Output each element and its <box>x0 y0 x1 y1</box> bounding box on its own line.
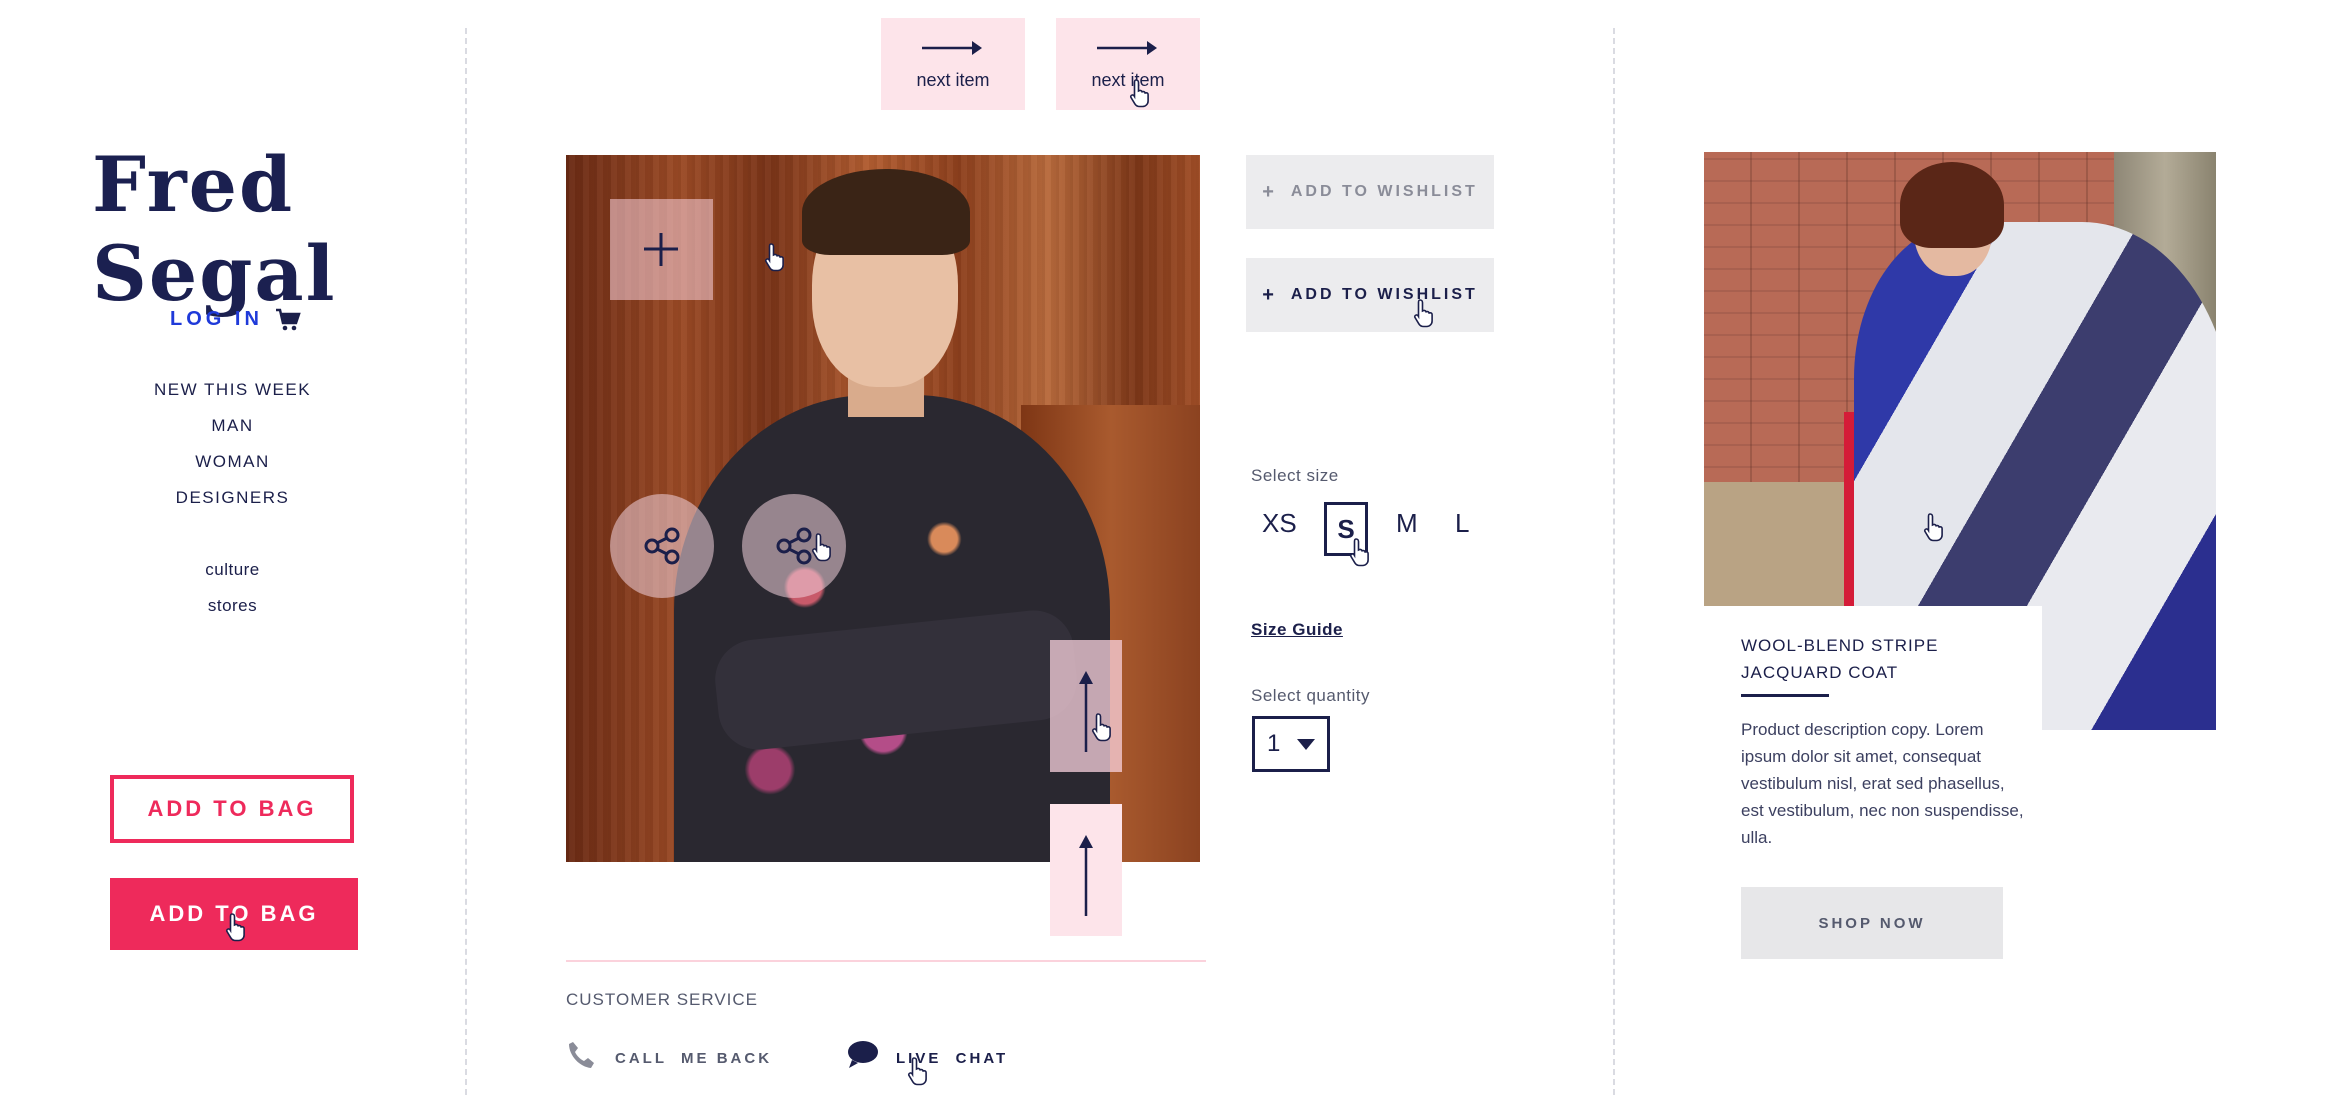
cart-icon[interactable] <box>275 307 301 333</box>
chat-bubble-icon <box>848 1041 878 1068</box>
select-size-label: Select size <box>1251 466 1339 485</box>
hand-cursor-icon <box>1413 299 1433 328</box>
share-icon <box>644 527 680 565</box>
nav-item-stores[interactable]: stores <box>0 596 465 616</box>
title-underline <box>1741 694 1829 697</box>
logo-text: Fred Segal <box>92 140 337 318</box>
column-divider-left <box>465 28 467 1095</box>
scroll-up-button-hover[interactable] <box>1050 640 1122 772</box>
hand-cursor-icon <box>225 913 245 942</box>
arrow-right-icon <box>922 40 982 55</box>
plus-icon <box>644 233 678 266</box>
wishlist-label: ADD TO WISHLIST <box>1290 183 1478 200</box>
quantity-select[interactable]: 1 <box>1252 716 1330 772</box>
product-title: WOOL-BLEND STRIPE JACQUARD COAT <box>1741 636 1939 682</box>
share-button-default[interactable] <box>610 494 714 598</box>
login-link[interactable]: LOG IN <box>170 308 263 331</box>
plus-icon: + <box>1262 283 1277 306</box>
next-item-button-default[interactable]: next item <box>881 18 1025 110</box>
call-me-back-link[interactable]: CALL ME BACK <box>615 1050 772 1067</box>
select-quantity-label: Select quantity <box>1251 686 1371 705</box>
size-option-xs[interactable]: XS <box>1262 508 1297 539</box>
model-hair <box>1900 162 2004 248</box>
hand-cursor-icon <box>1129 79 1149 108</box>
nav-item-woman[interactable]: WOMAN <box>0 452 465 472</box>
next-item-label: next item <box>916 69 990 90</box>
hand-cursor-icon <box>1349 538 1369 567</box>
add-to-wishlist-button-default[interactable]: + ADD TO WISHLIST <box>1246 155 1494 229</box>
nav-item-culture[interactable]: culture <box>0 560 465 580</box>
add-to-bag-button-outline[interactable]: ADD TO BAG <box>110 775 354 843</box>
size-option-m[interactable]: M <box>1396 508 1418 539</box>
nav-item-new-this-week[interactable]: NEW THIS WEEK <box>0 380 465 400</box>
nav-item-man[interactable]: MAN <box>0 416 465 436</box>
scroll-up-button-default[interactable] <box>1050 804 1122 936</box>
divider <box>566 960 1206 962</box>
hand-cursor-icon <box>1923 513 1943 542</box>
phone-icon <box>569 1042 594 1068</box>
nav-item-designers[interactable]: DESIGNERS <box>0 488 465 508</box>
size-guide-link[interactable]: Size Guide <box>1251 620 1343 640</box>
hand-cursor-icon <box>1091 713 1111 742</box>
wishlist-label: ADD TO WISHLIST <box>1290 286 1478 303</box>
arrow-right-icon <box>1097 40 1157 55</box>
add-to-wishlist-button-hover[interactable]: + ADD TO WISHLIST <box>1246 258 1494 332</box>
shop-now-button[interactable]: SHOP NOW <box>1741 887 2003 959</box>
hand-cursor-icon <box>811 533 831 562</box>
arrow-up-icon <box>1079 671 1093 752</box>
customer-service-heading: CUSTOMER SERVICE <box>566 990 759 1009</box>
hand-cursor-icon <box>907 1057 927 1086</box>
hand-cursor-icon <box>764 243 784 272</box>
zoom-plus-button[interactable] <box>610 199 713 300</box>
arrow-up-icon <box>1079 835 1093 916</box>
product-description: Product description copy. Lorem ipsum do… <box>1741 720 2024 847</box>
model-hair <box>802 169 970 255</box>
column-divider-right <box>1613 28 1615 1095</box>
chevron-down-icon <box>1297 738 1315 750</box>
brand-logo[interactable]: Fred Segal <box>92 140 392 318</box>
quantity-value: 1 <box>1267 730 1281 757</box>
size-option-l[interactable]: L <box>1455 508 1469 539</box>
plus-icon: + <box>1262 180 1277 203</box>
